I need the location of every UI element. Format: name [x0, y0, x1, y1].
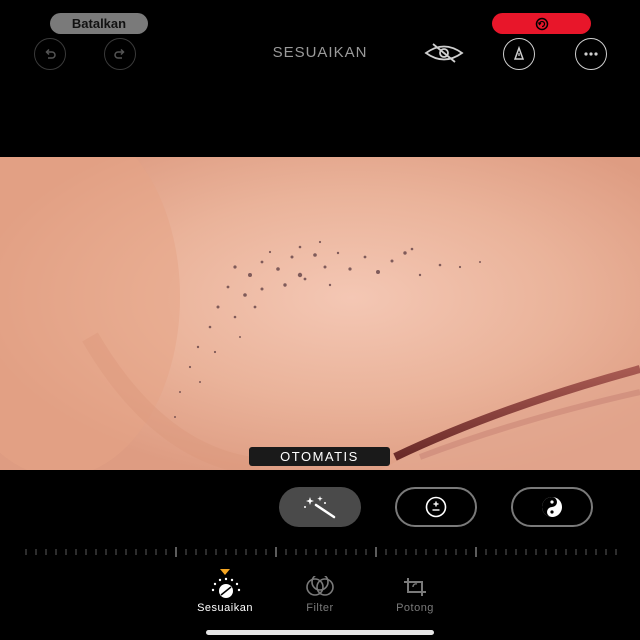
magic-wand-icon	[304, 496, 336, 519]
more-icon	[584, 52, 598, 56]
tab-crop[interactable]: Potong	[370, 576, 460, 614]
skin-photo	[0, 157, 640, 470]
brilliance-icon	[542, 497, 562, 517]
tab-adjust[interactable]: Sesuaikan	[180, 576, 270, 614]
auto-badge-label: OTOMATIS	[280, 449, 359, 464]
hide-button[interactable]	[421, 39, 467, 67]
tab-filter-label: Filter	[306, 602, 334, 614]
cancel-button[interactable]: Batalkan	[50, 13, 148, 34]
hide-icon	[424, 43, 464, 63]
tab-adjust-label: Sesuaikan	[197, 602, 253, 614]
active-tab-indicator	[220, 569, 230, 575]
tab-filter[interactable]: Filter	[275, 576, 365, 614]
auto-enhance-button[interactable]	[279, 487, 361, 527]
redo-button[interactable]	[104, 38, 136, 70]
markup-icon	[513, 46, 525, 60]
markup-button[interactable]	[503, 38, 535, 70]
revert-button[interactable]	[492, 13, 591, 34]
page-title: SESUAIKAN	[272, 44, 368, 61]
auto-badge: OTOMATIS	[249, 447, 390, 466]
undo-icon	[45, 48, 56, 59]
adjust-icon	[211, 577, 241, 598]
filter-icon	[306, 576, 334, 596]
redo-icon	[114, 48, 125, 59]
adjustment-slider[interactable]	[20, 546, 620, 558]
tab-crop-label: Potong	[396, 602, 434, 614]
exposure-icon	[425, 496, 447, 518]
exposure-button[interactable]	[395, 487, 477, 527]
home-indicator	[206, 630, 434, 635]
undo-button[interactable]	[34, 38, 66, 70]
more-button[interactable]	[575, 38, 607, 70]
crop-icon	[404, 578, 426, 596]
revert-icon	[535, 17, 548, 30]
brilliance-button[interactable]	[511, 487, 593, 527]
photo-preview	[0, 157, 640, 470]
cancel-label: Batalkan	[71, 16, 127, 31]
